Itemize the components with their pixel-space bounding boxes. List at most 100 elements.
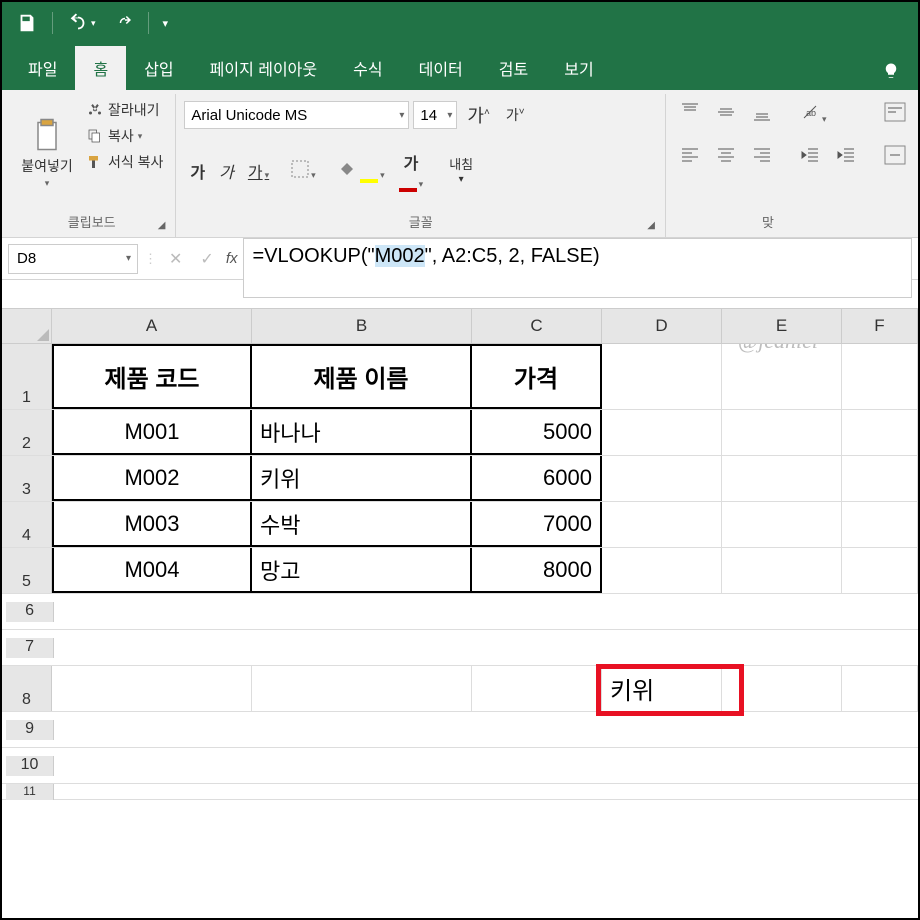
cell-D1[interactable] (602, 344, 722, 409)
row-header-4[interactable]: 4 (2, 502, 52, 547)
cell-F8[interactable] (842, 666, 918, 711)
cell-B3[interactable]: 키위 (252, 456, 472, 501)
redo-button[interactable] (110, 10, 140, 36)
cell-B5[interactable]: 망고 (252, 548, 472, 593)
cell-B8[interactable] (252, 666, 472, 711)
row-header-5[interactable]: 5 (2, 548, 52, 593)
tell-me[interactable] (872, 52, 910, 90)
cell-D4[interactable] (602, 502, 722, 547)
cell-D2[interactable] (602, 410, 722, 455)
grow-font-button[interactable]: 가˄ (461, 98, 495, 132)
italic-button[interactable]: 가 (213, 155, 240, 187)
cell-C1[interactable]: 가격 (472, 344, 602, 409)
col-header-B[interactable]: B (252, 309, 472, 343)
increase-indent-button[interactable] (830, 141, 862, 174)
col-header-D[interactable]: D (602, 309, 722, 343)
enter-formula-button[interactable]: ✓ (194, 249, 219, 269)
tab-insert[interactable]: 삽입 (126, 46, 191, 90)
cell-E3[interactable] (722, 456, 842, 501)
cell-F3[interactable] (842, 456, 918, 501)
align-center-button[interactable] (710, 141, 742, 174)
cell-E2[interactable] (722, 410, 842, 455)
cell-F2[interactable] (842, 410, 918, 455)
cell-C8[interactable] (472, 666, 602, 711)
tab-review[interactable]: 검토 (481, 46, 546, 90)
tab-data[interactable]: 데이터 (401, 46, 481, 90)
cell-C5[interactable]: 8000 (472, 548, 602, 593)
cell-E1[interactable] (722, 344, 842, 409)
align-middle-button[interactable] (710, 98, 742, 131)
shrink-font-button[interactable]: 가˅ (500, 101, 531, 129)
col-header-F[interactable]: F (842, 309, 918, 343)
format-painter-button[interactable]: 서식 복사 (82, 150, 167, 174)
tab-view[interactable]: 보기 (546, 46, 611, 90)
font-color-button[interactable]: 가▾ (393, 146, 430, 196)
tab-page-layout[interactable]: 페이지 레이아웃 (192, 46, 336, 90)
borders-button[interactable]: ▾ (285, 156, 322, 187)
row-header-3[interactable]: 3 (2, 456, 52, 501)
tab-home[interactable]: 홈 (75, 46, 126, 90)
tab-formulas[interactable]: 수식 (335, 46, 400, 90)
cell-A2[interactable]: M001 (52, 410, 252, 455)
fill-color-button[interactable]: ▾ (332, 156, 391, 187)
cell-B2[interactable]: 바나나 (252, 410, 472, 455)
decrease-indent-button[interactable] (794, 141, 826, 174)
customize-qat-button[interactable]: ▾ (157, 13, 175, 34)
col-header-A[interactable]: A (52, 309, 252, 343)
cell-D3[interactable] (602, 456, 722, 501)
row-header-7[interactable]: 7 (6, 638, 54, 658)
tab-file[interactable]: 파일 (10, 46, 75, 90)
font-name-select[interactable]: Arial Unicode MS (184, 101, 409, 129)
merge-button[interactable] (878, 141, 912, 174)
cell-F5[interactable] (842, 548, 918, 593)
align-right-button[interactable] (746, 141, 778, 174)
cell-A1[interactable]: 제품 코드 (52, 344, 252, 409)
cell-D8[interactable]: 키위 (602, 666, 722, 711)
cell-F1[interactable] (842, 344, 918, 409)
phonetic-button[interactable]: 내침▾ (443, 154, 479, 189)
row-header-11[interactable]: 11 (6, 784, 54, 800)
cell-C3[interactable]: 6000 (472, 456, 602, 501)
name-box[interactable]: D8 (8, 244, 138, 274)
align-left-button[interactable] (674, 141, 706, 174)
cell-F4[interactable] (842, 502, 918, 547)
row-header-2[interactable]: 2 (2, 410, 52, 455)
cell-A8[interactable] (52, 666, 252, 711)
cut-button[interactable]: 잘라내기 (82, 98, 167, 122)
col-header-C[interactable]: C (472, 309, 602, 343)
clipboard-dialog-launcher[interactable]: ◢ (158, 220, 166, 231)
row-header-1[interactable]: 1 (2, 344, 52, 409)
cell-E8[interactable] (722, 666, 842, 711)
undo-button[interactable]: ▾ (61, 8, 102, 38)
font-size-select[interactable]: 14 (413, 101, 457, 129)
copy-button[interactable]: 복사 ▾ (82, 124, 167, 148)
wrap-text-button[interactable] (878, 98, 912, 131)
font-dialog-launcher[interactable]: ◢ (647, 220, 655, 231)
row-header-6[interactable]: 6 (6, 602, 54, 622)
formula-bar[interactable]: =VLOOKUP("M002", A2:C5, 2, FALSE) (243, 238, 912, 298)
bold-button[interactable]: 가 (184, 155, 211, 187)
cell-A5[interactable]: M004 (52, 548, 252, 593)
row-header-10[interactable]: 10 (6, 756, 54, 776)
align-top-button[interactable] (674, 98, 706, 131)
save-button[interactable] (10, 8, 44, 38)
cell-D5[interactable] (602, 548, 722, 593)
cell-B4[interactable]: 수박 (252, 502, 472, 547)
cell-A4[interactable]: M003 (52, 502, 252, 547)
cell-B1[interactable]: 제품 이름 (252, 344, 472, 409)
cell-E4[interactable] (722, 502, 842, 547)
fx-icon[interactable]: fx (226, 250, 238, 267)
align-bottom-button[interactable] (746, 98, 778, 131)
cell-C4[interactable]: 7000 (472, 502, 602, 547)
select-all-corner[interactable] (2, 309, 52, 343)
cell-E5[interactable] (722, 548, 842, 593)
paste-button[interactable]: 붙여넣기 ▾ (16, 98, 78, 208)
row-header-9[interactable]: 9 (6, 720, 54, 740)
col-header-E[interactable]: E (722, 309, 842, 343)
cancel-formula-button[interactable]: ✕ (163, 249, 188, 269)
row-header-8[interactable]: 8 (2, 666, 52, 711)
cell-C2[interactable]: 5000 (472, 410, 602, 455)
cell-A3[interactable]: M002 (52, 456, 252, 501)
orientation-button[interactable]: ab▾ (794, 98, 833, 131)
underline-button[interactable]: 가▾ (242, 155, 275, 187)
